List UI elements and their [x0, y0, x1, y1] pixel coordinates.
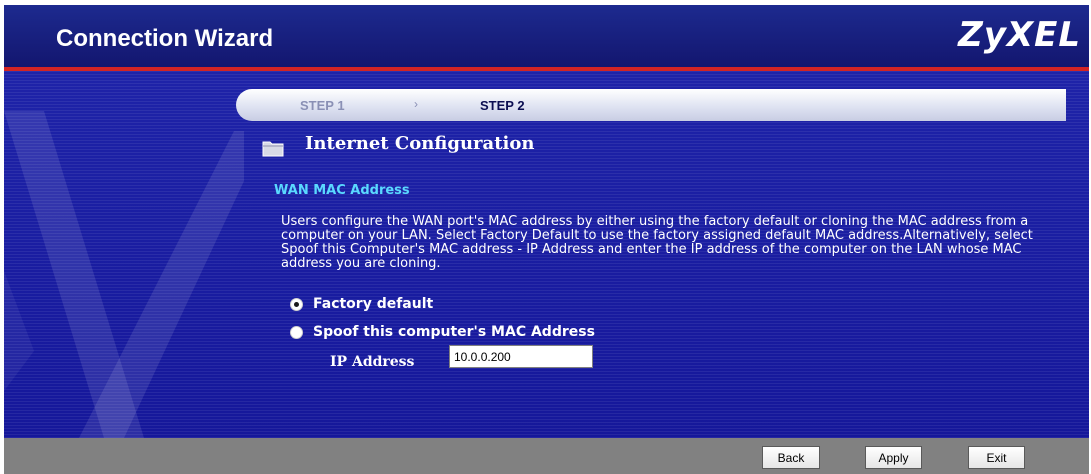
section-title: Internet Configuration — [305, 133, 535, 154]
apply-button[interactable]: Apply — [865, 446, 922, 469]
wan-mac-heading: WAN MAC Address — [274, 183, 410, 198]
page-title: Connection Wizard — [56, 25, 274, 52]
ip-address-input[interactable] — [449, 345, 593, 368]
ip-address-label: IP Address — [330, 354, 415, 370]
wan-mac-description: Users configure the WAN port's MAC addre… — [281, 214, 1033, 271]
brand-logo: ZyXEL — [958, 15, 1081, 55]
factory-default-radio[interactable] — [290, 297, 303, 311]
step-separator: › — [414, 97, 418, 111]
factory-default-label: Factory default — [313, 296, 434, 312]
spoof-mac-radio[interactable] — [290, 325, 303, 339]
folder-icon — [262, 141, 284, 157]
wizard-header: Connection Wizard ZyXEL — [4, 5, 1089, 67]
exit-button[interactable]: Exit — [968, 446, 1025, 469]
watermark-graphic — [4, 111, 244, 438]
back-button[interactable]: Back — [762, 446, 820, 469]
step-indicator: STEP 1 › STEP 2 — [236, 89, 1066, 121]
step-2-label: STEP 2 — [480, 98, 525, 113]
spoof-mac-label: Spoof this computer's MAC Address — [313, 324, 595, 340]
wizard-footer: Back Apply Exit — [4, 438, 1089, 474]
wizard-body: STEP 1 › STEP 2 Internet Configuration W… — [4, 71, 1089, 438]
spoof-mac-option[interactable]: Spoof this computer's MAC Address — [290, 324, 595, 340]
factory-default-option[interactable]: Factory default — [290, 296, 433, 312]
step-1-label: STEP 1 — [300, 98, 345, 113]
wizard-window: Connection Wizard ZyXEL STEP 1 › STEP 2 … — [4, 5, 1089, 474]
